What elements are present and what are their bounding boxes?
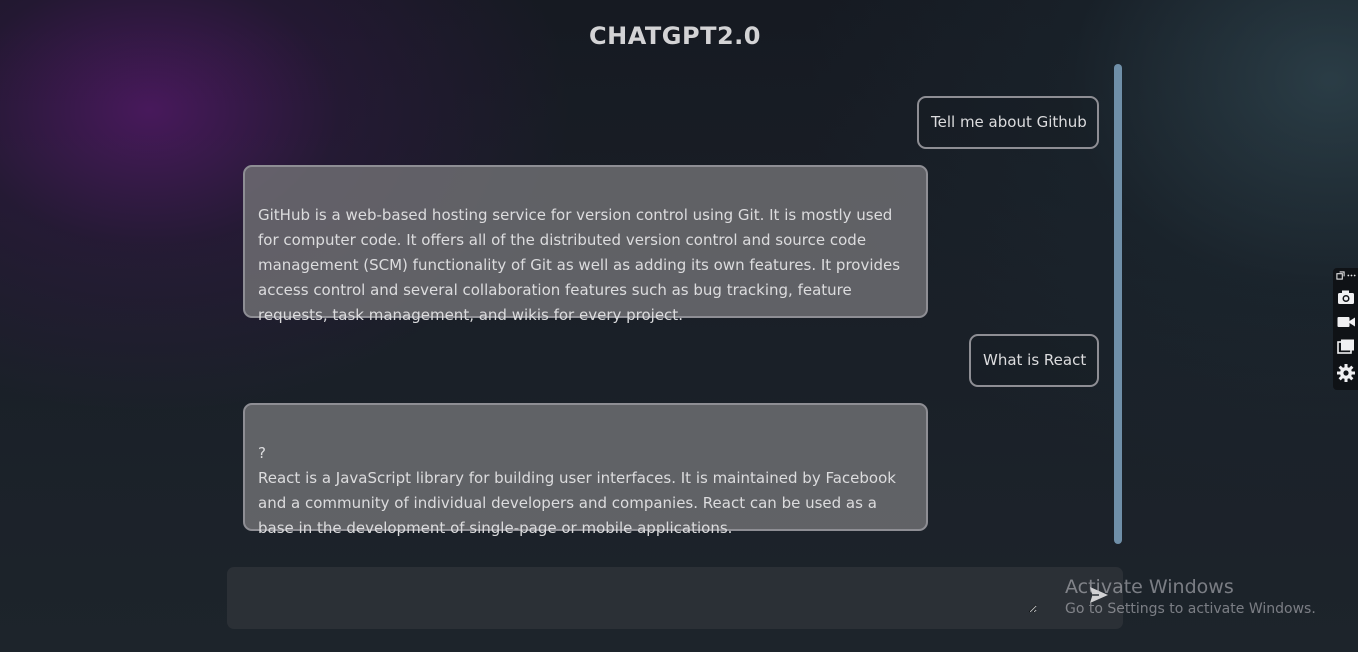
watermark-title: Activate Windows — [1065, 576, 1234, 598]
watermark-subtitle: Go to Settings to activate Windows. — [1065, 601, 1316, 617]
camera-icon[interactable] — [1336, 287, 1356, 307]
side-toolbar — [1333, 268, 1358, 390]
windows-icon[interactable] — [1336, 337, 1356, 357]
chat-scrollbar[interactable] — [1114, 64, 1122, 546]
expand-icon[interactable] — [1336, 271, 1345, 280]
assistant-message: ? React is a JavaScript library for buil… — [243, 403, 928, 537]
more-icon[interactable] — [1347, 273, 1356, 278]
user-message: Tell me about Github — [917, 96, 1099, 149]
user-message: What is React — [969, 334, 1099, 387]
video-icon[interactable] — [1336, 312, 1356, 332]
user-message-text: What is React — [983, 351, 1087, 369]
assistant-message-text: GitHub is a web-based hosting service fo… — [258, 206, 901, 324]
user-message-text: Tell me about Github — [931, 113, 1087, 131]
assistant-message-text: ? React is a JavaScript library for buil… — [258, 444, 896, 537]
gear-icon[interactable] — [1336, 363, 1356, 383]
windows-activation-watermark: Activate Windows Go to Settings to activ… — [1065, 575, 1316, 619]
message-composer — [227, 567, 1123, 629]
app-title: CHATGPT2.0 — [589, 22, 761, 50]
chat-messages[interactable]: Tell me about Github GitHub is a web-bas… — [228, 62, 1124, 547]
assistant-message: GitHub is a web-based hosting service fo… — [243, 165, 928, 324]
scrollbar-thumb[interactable] — [1114, 64, 1122, 544]
message-input[interactable] — [237, 573, 1037, 613]
